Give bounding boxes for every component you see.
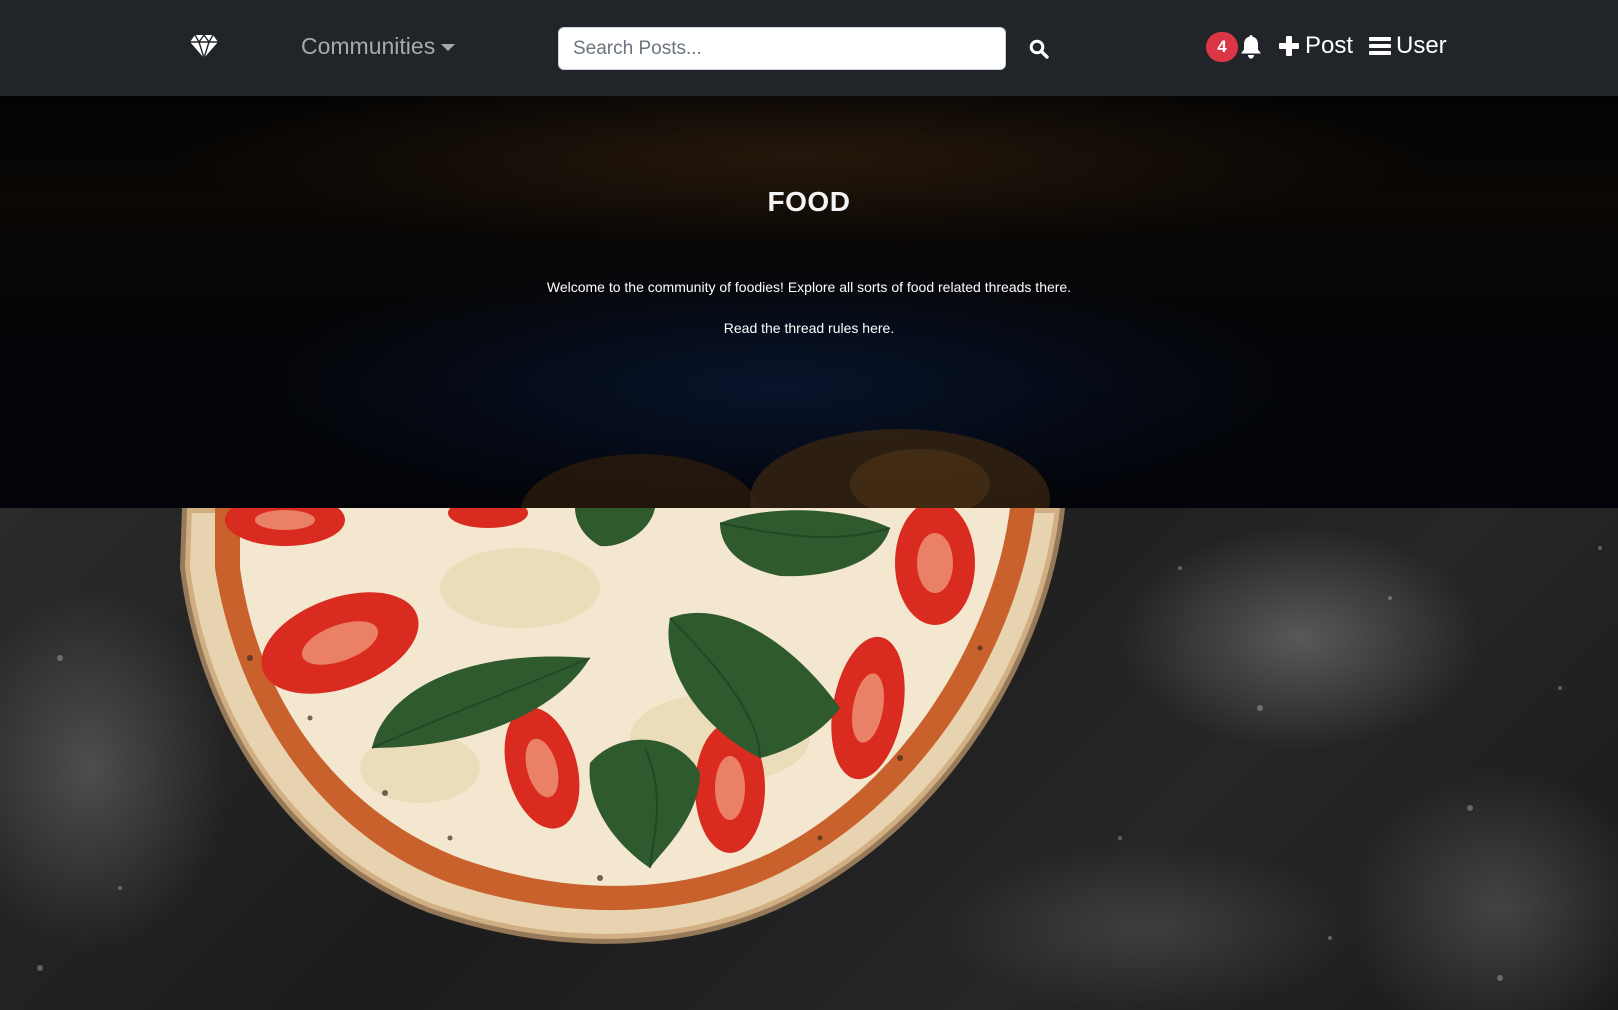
- community-title: FOOD: [767, 186, 851, 217]
- communities-dropdown[interactable]: Communities: [301, 28, 456, 64]
- plus-icon: [1279, 36, 1299, 56]
- search-button[interactable]: [1026, 36, 1052, 62]
- user-label: User: [1396, 32, 1447, 59]
- post-label: Post: [1305, 32, 1354, 59]
- communities-label: Communities: [301, 32, 436, 59]
- community-banner-image: [0, 508, 1618, 1010]
- search-icon: [1029, 39, 1049, 59]
- notification-count-badge: 4: [1206, 32, 1238, 62]
- thread-rules-link[interactable]: Read the thread rules here.: [0, 320, 1618, 336]
- caret-down-icon: [441, 43, 456, 51]
- pizza-image: [37, 508, 1602, 981]
- community-description: Welcome to the community of foodies! Exp…: [546, 279, 1072, 295]
- bars-icon: [1369, 37, 1391, 55]
- community-hero: FOOD Welcome to the community of foodies…: [0, 96, 1618, 508]
- create-post-button[interactable]: Post: [1278, 28, 1353, 64]
- user-menu-button[interactable]: User: [1369, 28, 1447, 64]
- brand-logo[interactable]: [189, 32, 219, 60]
- search-input[interactable]: [558, 27, 1006, 70]
- bread-background-image: [520, 429, 1050, 508]
- gem-icon: [190, 34, 218, 58]
- notifications-button[interactable]: 4: [1206, 30, 1262, 64]
- top-navbar: Communities 4 Post User: [0, 0, 1618, 96]
- bell-icon: [1240, 34, 1262, 60]
